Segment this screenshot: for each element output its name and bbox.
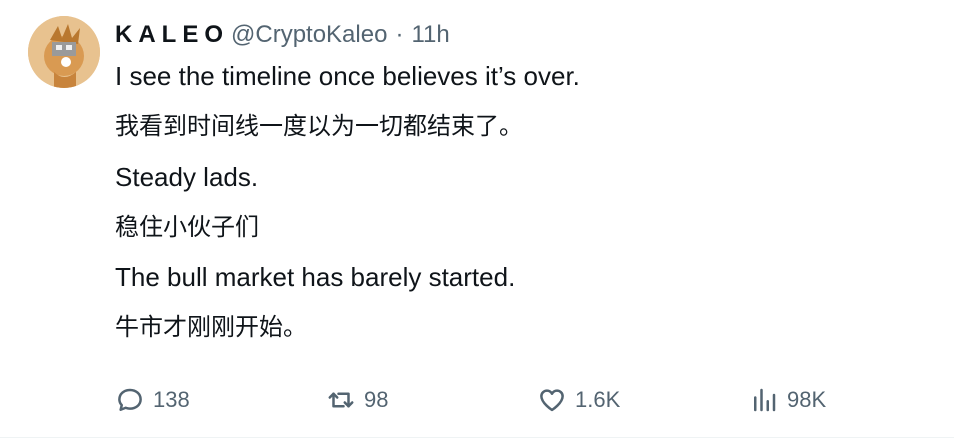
avatar-image	[28, 16, 100, 88]
tweet-line: 稳住小伙子们	[115, 213, 259, 241]
retweet-arrows-icon	[328, 392, 354, 408]
reply-count: 138	[153, 387, 190, 412]
like-button[interactable]: 1.6K	[537, 380, 620, 420]
speech-bubble-icon	[118, 388, 142, 411]
tweet-actions: 138 98 1.6K 98K	[115, 380, 875, 420]
retweet-count: 98	[364, 387, 389, 412]
heart-icon	[540, 389, 564, 412]
bar-chart-icon	[754, 388, 776, 412]
author-name[interactable]: KALEO	[115, 21, 229, 49]
reply-button[interactable]: 138	[115, 380, 190, 420]
avatar[interactable]	[28, 16, 100, 88]
tweet-line: Steady lads.	[115, 162, 259, 192]
tweet-line: 牛市才刚刚开始。	[115, 313, 307, 341]
retweet-button[interactable]: 98	[326, 380, 388, 420]
timestamp[interactable]: 11h	[411, 21, 449, 49]
separator-dot: ·	[395, 21, 404, 48]
views-button[interactable]: 98K	[749, 380, 826, 420]
divider	[0, 437, 954, 438]
tweet-line: 我看到时间线一度以为一切都结束了。	[115, 112, 523, 140]
tweet-line: The bull market has barely started.	[115, 262, 516, 292]
tweet[interactable]: KALEO @CryptoKaleo · 11h I see the timel…	[0, 0, 954, 439]
views-count: 98K	[787, 387, 827, 412]
like-count: 1.6K	[575, 387, 621, 412]
tweet-header: KALEO @CryptoKaleo · 11h	[115, 20, 450, 50]
tweet-line: I see the timeline once believes it’s ov…	[115, 61, 580, 91]
author-handle[interactable]: @CryptoKaleo	[231, 21, 387, 49]
